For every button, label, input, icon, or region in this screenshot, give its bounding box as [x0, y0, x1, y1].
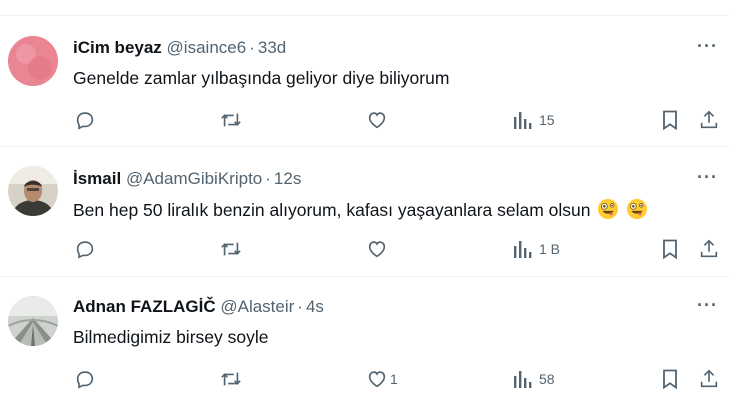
bookmark-icon	[663, 369, 677, 390]
reply-button[interactable]	[74, 108, 102, 132]
tweet-text: Genelde zamlar yılbaşında geliyor diye b…	[73, 68, 450, 88]
share-icon	[700, 239, 718, 258]
tweet-2[interactable]: İsmail @AdamGibiKripto · 12s ··· Ben hep 5…	[0, 147, 730, 277]
retweet-button[interactable]	[219, 108, 249, 132]
timestamp[interactable]: 4s	[306, 297, 324, 316]
tweet-3[interactable]: Adnan FAZLAGİČ @Alasteir · 4s ··· Bilmedig…	[0, 277, 730, 420]
zany-face-emoji	[598, 198, 619, 220]
avatar[interactable]	[8, 296, 58, 346]
zany-face-emoji	[627, 198, 648, 220]
retweet-button[interactable]	[219, 237, 249, 261]
like-icon	[368, 241, 386, 258]
user-handle[interactable]: @AdamGibiKripto	[126, 169, 262, 188]
tweet-text-content: Ben hep 50 liralık benzin alıyorum, kafa…	[73, 200, 591, 220]
views-icon	[514, 241, 532, 258]
display-name[interactable]: İsmail	[73, 169, 121, 188]
timestamp[interactable]: 12s	[274, 169, 301, 188]
bookmark-button[interactable]	[660, 367, 680, 391]
separator-dot: ·	[297, 297, 303, 316]
retweet-icon	[221, 242, 241, 256]
more-icon[interactable]: ···	[697, 167, 718, 188]
views-count: 1 B	[539, 241, 561, 257]
reply-icon	[76, 241, 94, 259]
views-button[interactable]: 58	[513, 367, 555, 391]
views-button[interactable]: 15	[513, 108, 555, 132]
retweet-icon	[221, 113, 241, 127]
reply-icon	[76, 112, 94, 130]
separator-dot: ·	[265, 169, 271, 188]
bookmark-icon	[663, 110, 677, 131]
bookmark-icon	[663, 239, 677, 260]
tweet-text: Ben hep 50 liralık benzin alıyorum, kafa…	[73, 198, 648, 221]
like-button[interactable]: 1	[366, 367, 398, 391]
views-icon	[514, 371, 532, 388]
bookmark-button[interactable]	[660, 237, 680, 261]
like-count: 1	[390, 371, 398, 387]
share-button[interactable]	[698, 237, 720, 261]
timestamp[interactable]: 33d	[258, 38, 286, 57]
share-icon	[700, 369, 718, 388]
share-icon	[700, 110, 718, 129]
views-button[interactable]: 1 B	[513, 237, 560, 261]
user-handle[interactable]: @isaince6	[167, 38, 247, 57]
display-name[interactable]: iCim beyaz	[73, 38, 162, 57]
like-icon	[368, 112, 386, 129]
action-bar: 15	[0, 108, 730, 132]
views-icon	[514, 112, 532, 129]
user-handle[interactable]: @Alasteir	[220, 297, 294, 316]
retweet-button[interactable]	[219, 367, 249, 391]
separator-dot: ·	[249, 38, 255, 57]
action-bar: 1 58	[0, 367, 730, 391]
tweet-header: Adnan FAZLAGİČ @Alasteir · 4s	[73, 297, 324, 317]
bookmark-button[interactable]	[660, 108, 680, 132]
like-button[interactable]	[366, 108, 394, 132]
reply-button[interactable]	[74, 237, 102, 261]
reply-button[interactable]	[74, 367, 102, 391]
like-button[interactable]	[366, 237, 394, 261]
tweet-1[interactable]: iCim beyaz @isaince6 · 33d ··· Genelde zam…	[0, 16, 730, 147]
tweet-header: iCim beyaz @isaince6 · 33d	[73, 38, 286, 58]
more-icon[interactable]: ···	[697, 36, 718, 57]
reply-icon	[76, 371, 94, 389]
share-button[interactable]	[698, 108, 720, 132]
views-count: 15	[539, 112, 555, 128]
more-icon[interactable]: ···	[697, 295, 718, 316]
share-button[interactable]	[698, 367, 720, 391]
retweet-icon	[221, 372, 241, 386]
display-name[interactable]: Adnan FAZLAGİČ	[73, 297, 216, 316]
tweet-text: Bilmedigimiz birsey soyle	[73, 327, 269, 347]
views-count: 58	[539, 371, 555, 387]
action-bar: 1 B	[0, 237, 730, 261]
like-icon	[368, 371, 386, 388]
avatar[interactable]	[8, 36, 58, 86]
avatar[interactable]	[8, 166, 58, 216]
tweet-header: İsmail @AdamGibiKripto · 12s	[73, 169, 301, 189]
